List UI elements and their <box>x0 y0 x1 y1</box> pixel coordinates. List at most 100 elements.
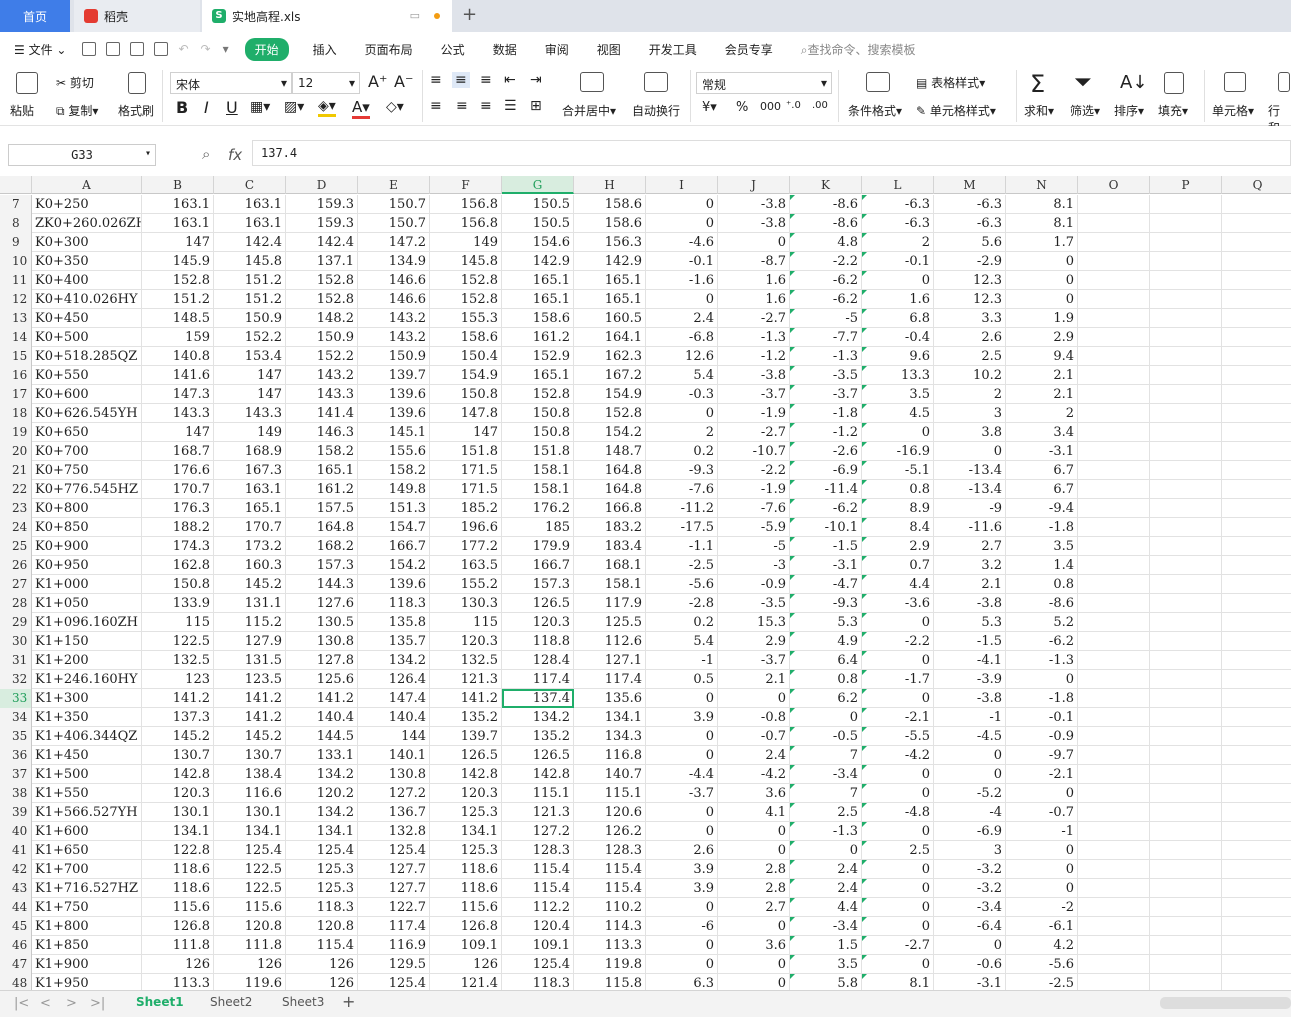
cell-c9[interactable]: 142.4 <box>214 233 286 252</box>
cell-k42[interactable]: 2.4 <box>790 860 862 879</box>
cell-a44[interactable]: K1+750 <box>32 898 142 917</box>
cell-h43[interactable]: 115.4 <box>574 879 646 898</box>
cell-l11[interactable]: 0 <box>862 271 934 290</box>
cell-q20[interactable] <box>1222 442 1291 461</box>
cell-e32[interactable]: 126.4 <box>358 670 430 689</box>
cell-d41[interactable]: 125.4 <box>286 841 358 860</box>
cell-n45[interactable]: -6.1 <box>1006 917 1078 936</box>
menu-developer[interactable]: 开发工具 <box>649 41 697 58</box>
cell-b22[interactable]: 170.7 <box>142 480 214 499</box>
add-sheet-button[interactable]: + <box>342 992 355 1011</box>
cell-o31[interactable] <box>1078 651 1150 670</box>
cell-m40[interactable]: -6.9 <box>934 822 1006 841</box>
cell-h40[interactable]: 126.2 <box>574 822 646 841</box>
cell-q24[interactable] <box>1222 518 1291 537</box>
cell-p47[interactable] <box>1150 955 1222 974</box>
cell-h10[interactable]: 142.9 <box>574 252 646 271</box>
filter-button[interactable]: 筛选▾ <box>1070 102 1100 119</box>
cell-p24[interactable] <box>1150 518 1222 537</box>
cell-a9[interactable]: K0+300 <box>32 233 142 252</box>
cell-l17[interactable]: 3.5 <box>862 385 934 404</box>
cell-n17[interactable]: 2.1 <box>1006 385 1078 404</box>
row-header[interactable]: 11 <box>0 271 32 290</box>
cell-h39[interactable]: 120.6 <box>574 803 646 822</box>
cell-l44[interactable]: 0 <box>862 898 934 917</box>
cell-c21[interactable]: 167.3 <box>214 461 286 480</box>
cell-i48[interactable]: 6.3 <box>646 974 718 990</box>
cell-n10[interactable]: 0 <box>1006 252 1078 271</box>
cell-d43[interactable]: 125.3 <box>286 879 358 898</box>
cell-p29[interactable] <box>1150 613 1222 632</box>
cell-c44[interactable]: 115.6 <box>214 898 286 917</box>
cell-icon[interactable] <box>1224 72 1246 92</box>
cell-p35[interactable] <box>1150 727 1222 746</box>
cell-m37[interactable]: 0 <box>934 765 1006 784</box>
cell-k40[interactable]: -1.3 <box>790 822 862 841</box>
cell-f22[interactable]: 171.5 <box>430 480 502 499</box>
cell-i37[interactable]: -4.4 <box>646 765 718 784</box>
cell-h26[interactable]: 168.1 <box>574 556 646 575</box>
cell-j23[interactable]: -7.6 <box>718 499 790 518</box>
command-search[interactable]: ⌕查找命令、搜索模板 <box>801 41 916 58</box>
cell-p31[interactable] <box>1150 651 1222 670</box>
cell-i39[interactable]: 0 <box>646 803 718 822</box>
thousands-icon[interactable]: 000 <box>760 100 781 113</box>
cell-k11[interactable]: -6.2 <box>790 271 862 290</box>
cell-b35[interactable]: 145.2 <box>142 727 214 746</box>
row-header[interactable]: 12 <box>0 290 32 309</box>
cell-h28[interactable]: 117.9 <box>574 594 646 613</box>
cell-e28[interactable]: 118.3 <box>358 594 430 613</box>
cell-l23[interactable]: 8.9 <box>862 499 934 518</box>
percent-icon[interactable]: % <box>736 100 748 115</box>
cell-k15[interactable]: -1.3 <box>790 347 862 366</box>
cell-f20[interactable]: 151.8 <box>430 442 502 461</box>
cell-h44[interactable]: 110.2 <box>574 898 646 917</box>
cell-h23[interactable]: 166.8 <box>574 499 646 518</box>
row-header[interactable]: 29 <box>0 613 32 632</box>
cell-p18[interactable] <box>1150 404 1222 423</box>
cell-n28[interactable]: -8.6 <box>1006 594 1078 613</box>
conditional-format-button[interactable]: 条件格式▾ <box>848 102 902 119</box>
cell-f27[interactable]: 155.2 <box>430 575 502 594</box>
cell-b37[interactable]: 142.8 <box>142 765 214 784</box>
cell-style-button[interactable]: ✎ 单元格样式▾ <box>916 102 996 119</box>
column-header-o[interactable]: O <box>1078 176 1150 194</box>
cell-e44[interactable]: 122.7 <box>358 898 430 917</box>
cell-n23[interactable]: -9.4 <box>1006 499 1078 518</box>
cell-b19[interactable]: 147 <box>142 423 214 442</box>
cell-k23[interactable]: -6.2 <box>790 499 862 518</box>
cell-n42[interactable]: 0 <box>1006 860 1078 879</box>
copy-button[interactable]: ⧉ 复制▾ <box>56 102 98 119</box>
cell-e40[interactable]: 132.8 <box>358 822 430 841</box>
cell-q33[interactable] <box>1222 689 1291 708</box>
cell-b28[interactable]: 133.9 <box>142 594 214 613</box>
cell-l28[interactable]: -3.6 <box>862 594 934 613</box>
cell-f43[interactable]: 118.6 <box>430 879 502 898</box>
cell-f21[interactable]: 171.5 <box>430 461 502 480</box>
row-col-icon[interactable] <box>1278 72 1290 92</box>
cell-i26[interactable]: -2.5 <box>646 556 718 575</box>
cell-e14[interactable]: 143.2 <box>358 328 430 347</box>
cell-p16[interactable] <box>1150 366 1222 385</box>
cell-j10[interactable]: -8.7 <box>718 252 790 271</box>
cell-o40[interactable] <box>1078 822 1150 841</box>
cell-h7[interactable]: 158.6 <box>574 195 646 214</box>
cell-c39[interactable]: 130.1 <box>214 803 286 822</box>
cell-d44[interactable]: 118.3 <box>286 898 358 917</box>
row-header[interactable]: 43 <box>0 879 32 898</box>
cell-e35[interactable]: 144 <box>358 727 430 746</box>
cell-o11[interactable] <box>1078 271 1150 290</box>
cell-m16[interactable]: 10.2 <box>934 366 1006 385</box>
cell-l9[interactable]: 2 <box>862 233 934 252</box>
format-painter-button[interactable]: 格式刷 <box>118 102 154 119</box>
cell-h19[interactable]: 154.2 <box>574 423 646 442</box>
cell-h16[interactable]: 167.2 <box>574 366 646 385</box>
cell-f47[interactable]: 126 <box>430 955 502 974</box>
cell-e25[interactable]: 166.7 <box>358 537 430 556</box>
cell-g42[interactable]: 115.4 <box>502 860 574 879</box>
cell-q34[interactable] <box>1222 708 1291 727</box>
row-header[interactable]: 10 <box>0 252 32 271</box>
cell-p15[interactable] <box>1150 347 1222 366</box>
cell-b15[interactable]: 140.8 <box>142 347 214 366</box>
cell-c26[interactable]: 160.3 <box>214 556 286 575</box>
